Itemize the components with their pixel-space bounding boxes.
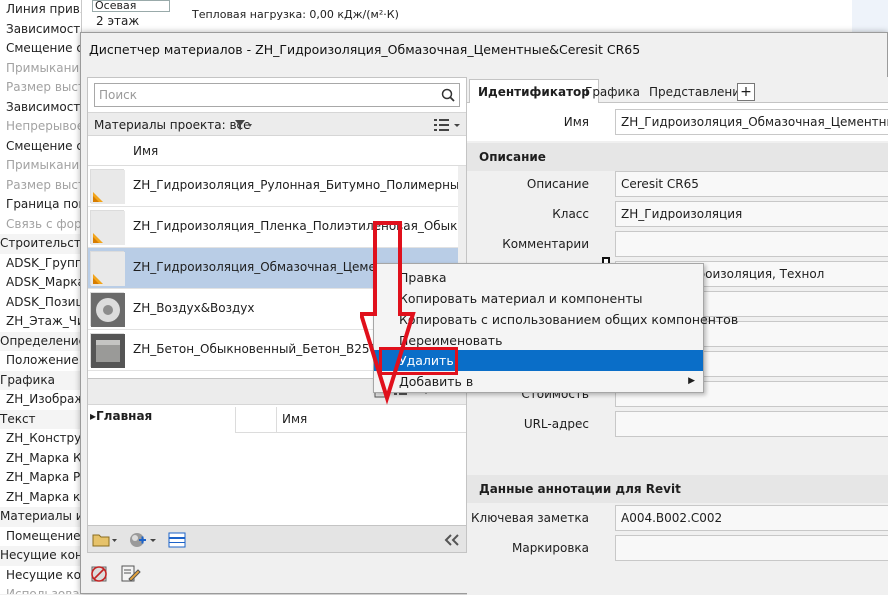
- property-row[interactable]: Строительст: [0, 234, 81, 254]
- property-row[interactable]: Размер высту: [0, 176, 81, 196]
- material-thumbnail: [90, 292, 125, 327]
- name-row: Имя ZH_Гидроизоляция_Обмазочная_Цементны…: [467, 103, 888, 141]
- field-input[interactable]: [615, 411, 888, 437]
- keynote-label: Ключевая заметка: [471, 511, 589, 525]
- property-row[interactable]: Зависимость: [0, 98, 81, 118]
- library-off-icon[interactable]: [87, 561, 113, 587]
- property-row[interactable]: Помещение L: [0, 527, 81, 547]
- property-row[interactable]: ADSK_Марка: [0, 273, 81, 293]
- property-row[interactable]: Материалы и с: [0, 507, 81, 527]
- material-name: ZH_Воздух&Воздух: [133, 301, 255, 315]
- add-tab-button[interactable]: +: [737, 83, 755, 101]
- new-material-icon[interactable]: [128, 531, 158, 549]
- mark-field[interactable]: [615, 535, 888, 561]
- property-row[interactable]: Граница пом: [0, 195, 81, 215]
- field-input[interactable]: [615, 231, 888, 257]
- level-value: 2 этаж: [96, 14, 140, 28]
- property-row[interactable]: Непрерывое: [0, 117, 81, 137]
- project-materials-filter[interactable]: Материалы проекта: все: [88, 112, 466, 136]
- property-row[interactable]: Смещение сн: [0, 39, 81, 59]
- property-row[interactable]: Несущие конст: [0, 546, 81, 566]
- heat-load-text: Тепловая нагрузка: 0,00 кДж/(м²·К): [192, 8, 399, 21]
- tab-graphics[interactable]: Графика: [579, 81, 646, 103]
- search-input[interactable]: Поиск: [94, 83, 460, 107]
- funnel-icon[interactable]: [234, 119, 256, 131]
- filter-label: Материалы проекта: все: [94, 118, 251, 132]
- library-panel-toggle-icon[interactable]: [168, 532, 186, 548]
- annotation-section-header[interactable]: Данные аннотации для Revit: [467, 475, 888, 503]
- mark-label: Маркировка: [511, 541, 589, 555]
- field-input[interactable]: Ceresit CR65: [615, 171, 888, 197]
- edit-materials-icon[interactable]: [117, 561, 143, 587]
- material-thumbnail: [90, 251, 125, 286]
- view-options-icon[interactable]: [434, 118, 462, 132]
- field-label: URL-адрес: [523, 417, 589, 431]
- field-input[interactable]: ZH_Гидроизоляция: [615, 201, 888, 227]
- property-row[interactable]: Положение с: [0, 351, 81, 371]
- library-folder-icon[interactable]: [92, 532, 118, 548]
- field-label: Класс: [552, 207, 589, 221]
- property-row[interactable]: Графика: [0, 370, 81, 390]
- property-row[interactable]: ZH_Конструк: [0, 429, 81, 449]
- highlight-box-annotation: [379, 347, 458, 375]
- location-line-field[interactable]: Осевая линия: [92, 0, 170, 12]
- keynote-field[interactable]: A004.B002.C002: [615, 505, 888, 531]
- tab-strip: Идентификатор Графика Представление +: [467, 77, 888, 103]
- material-list-item[interactable]: ZH_Гидроизоляция_Рулонная_Битумно_Полиме…: [88, 166, 458, 207]
- property-row[interactable]: Примыкание: [0, 59, 81, 79]
- column-name-header[interactable]: Имя: [133, 144, 158, 158]
- library-home-label: Главная: [96, 409, 153, 423]
- property-row[interactable]: Связь с форм: [0, 215, 81, 235]
- dialog-title: Диспетчер материалов - ZH_Гидроизоляция_…: [89, 42, 641, 57]
- material-thumbnail: [90, 169, 125, 204]
- material-thumbnail: [90, 210, 125, 245]
- description-section-header[interactable]: Описание: [467, 143, 888, 171]
- red-arrow-annotation: [360, 221, 416, 405]
- property-row[interactable]: ZH_Марка Р-р: [0, 468, 81, 488]
- library-bottom-toolbar: [87, 525, 467, 553]
- property-row[interactable]: ZH_Изображ: [0, 390, 81, 410]
- property-row[interactable]: Размер высту: [0, 78, 81, 98]
- library-column-name[interactable]: Имя: [282, 412, 307, 426]
- material-thumbnail: [90, 333, 125, 368]
- property-row[interactable]: Текст: [0, 409, 81, 429]
- property-row[interactable]: ZH_Марка кла: [0, 488, 81, 508]
- search-placeholder: Поиск: [99, 88, 138, 102]
- background-top: Осевая линия 2 этаж Тепловая нагрузка: 0…: [82, 0, 888, 34]
- library-home-node[interactable]: ▸Главная: [90, 409, 152, 423]
- field-label: Комментарии: [502, 237, 589, 251]
- search-icon[interactable]: [441, 88, 455, 102]
- property-row[interactable]: Определение: [0, 331, 81, 351]
- property-row[interactable]: ZH_Этаж_Чис: [0, 312, 81, 332]
- property-row[interactable]: Смещение св: [0, 137, 81, 157]
- property-row[interactable]: Примыкание: [0, 156, 81, 176]
- property-row[interactable]: Линия привяз: [0, 0, 81, 20]
- list-header: Имя: [88, 136, 466, 166]
- submenu-arrow-icon: ▶: [688, 376, 695, 386]
- property-row[interactable]: Зависимость: [0, 20, 81, 40]
- property-row[interactable]: Несущие конс: [0, 566, 81, 586]
- column-divider: [276, 407, 277, 433]
- property-row[interactable]: ADSK_Позици: [0, 293, 81, 313]
- field-label: Описание: [526, 177, 589, 191]
- material-name: ZH_Гидроизоляция_Рулонная_Битумно_Полиме…: [133, 178, 458, 192]
- property-row[interactable]: ADSK_Группи: [0, 254, 81, 274]
- name-field[interactable]: ZH_Гидроизоляция_Обмазочная_Цементные&C: [615, 109, 888, 135]
- property-row[interactable]: Использован: [0, 585, 81, 594]
- name-label-text: Имя: [563, 115, 589, 129]
- property-row[interactable]: ZH_Марка КС: [0, 449, 81, 469]
- collapse-library-icon[interactable]: [444, 534, 460, 546]
- properties-panel: Линия привязЗависимостьСмещение снПримык…: [0, 0, 82, 594]
- view-corner: [852, 0, 888, 34]
